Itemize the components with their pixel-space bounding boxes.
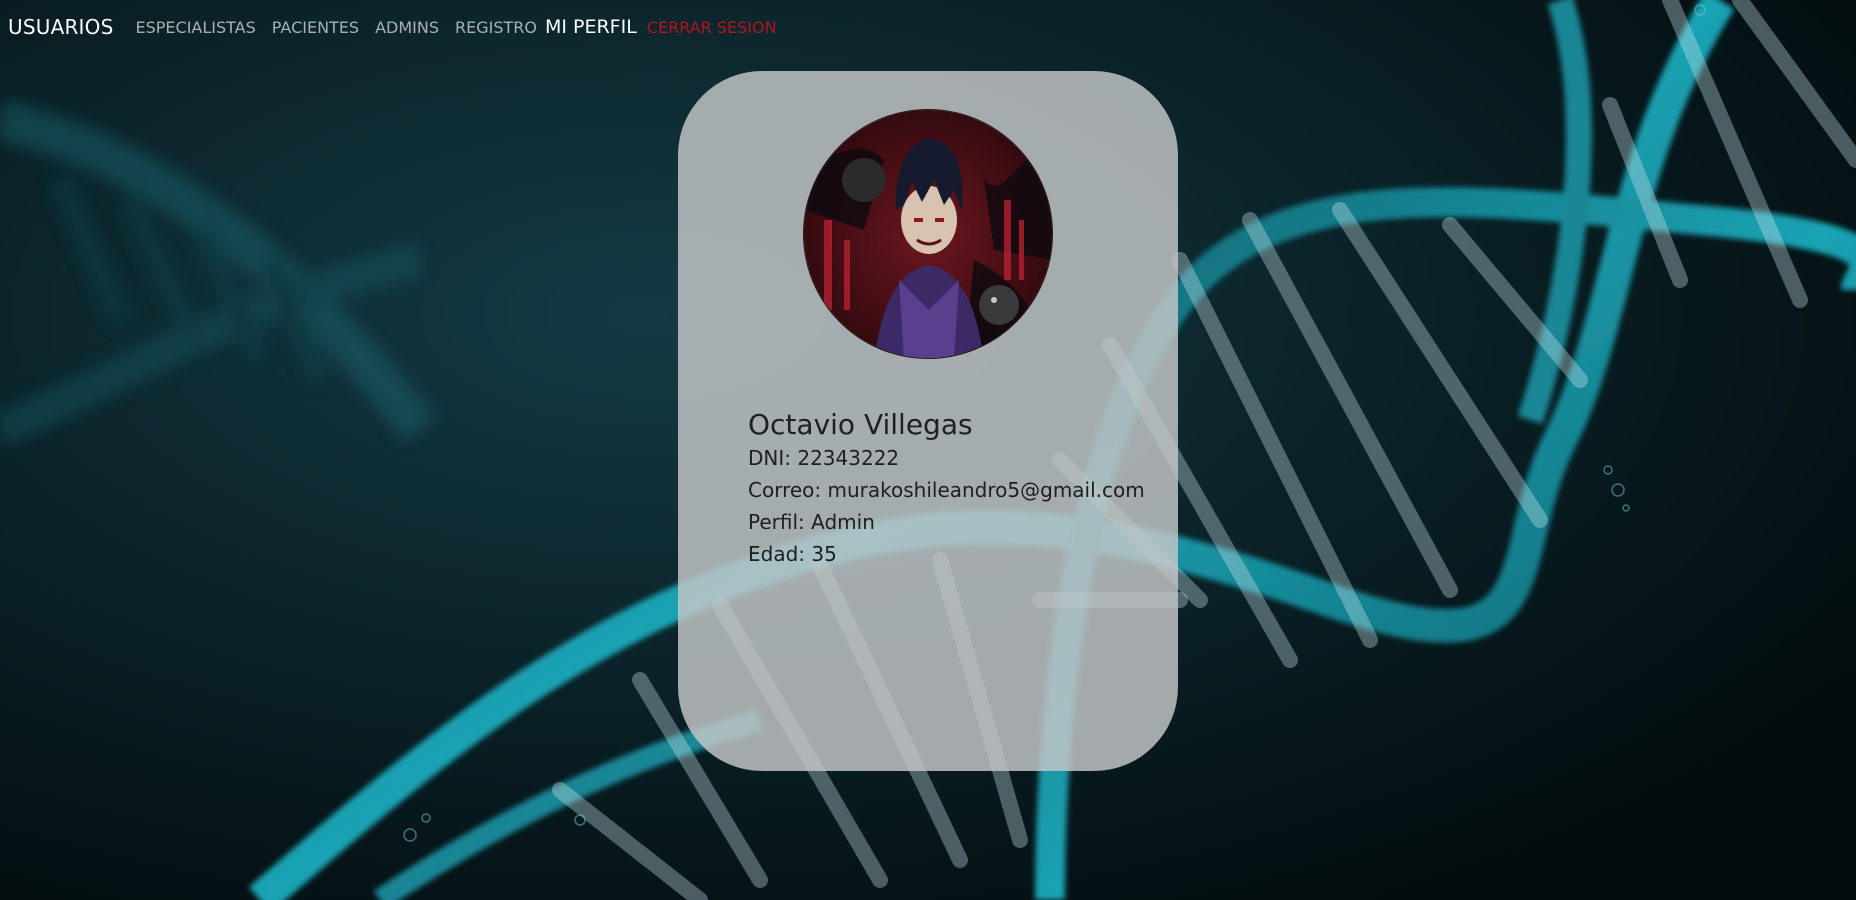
profile-card: Octavio Villegas DNI: 22343222 Correo: m… xyxy=(678,71,1178,771)
profile-role: Perfil: Admin xyxy=(748,510,875,534)
nav-link-admins[interactable]: ADMINS xyxy=(375,18,439,37)
nav-brand-usuarios[interactable]: USUARIOS xyxy=(8,15,114,39)
profile-email: Correo: murakoshileandro5@gmail.com xyxy=(748,478,1145,502)
anime-character-avatar-icon xyxy=(804,110,1052,358)
profile-age: Edad: 35 xyxy=(748,542,837,566)
top-navbar: USUARIOS ESPECIALISTAS PACIENTES ADMINS … xyxy=(0,0,793,54)
nav-link-mi-perfil[interactable]: MI PERFIL xyxy=(545,16,637,38)
nav-link-pacientes[interactable]: PACIENTES xyxy=(272,18,359,37)
profile-name: Octavio Villegas xyxy=(748,408,973,441)
nav-link-especialistas[interactable]: ESPECIALISTAS xyxy=(136,18,256,37)
nav-link-registro[interactable]: REGISTRO xyxy=(455,18,537,37)
avatar xyxy=(803,109,1053,359)
profile-dni: DNI: 22343222 xyxy=(748,446,900,470)
profile-info: Octavio Villegas DNI: 22343222 Correo: m… xyxy=(748,408,1145,573)
logout-link[interactable]: CERRAR SESION xyxy=(647,18,777,37)
